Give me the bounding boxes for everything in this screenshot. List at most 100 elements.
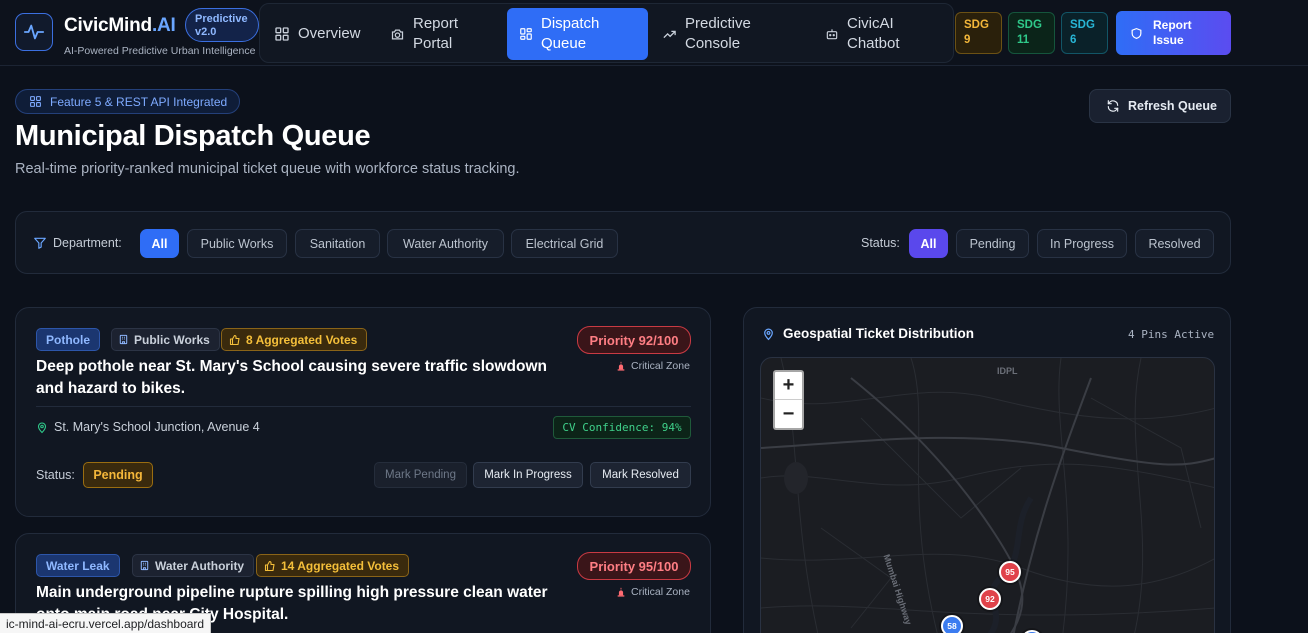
status-badge: Pending — [83, 462, 153, 488]
report-issue-line-2: Issue — [1153, 33, 1184, 47]
brand-accent: .AI — [151, 15, 176, 36]
refresh-queue-label: Refresh Queue — [1128, 99, 1217, 113]
status-filter-resolved[interactable]: Resolved — [1135, 229, 1214, 258]
report-issue-line-1: Report — [1153, 18, 1192, 32]
thumbs-up-icon — [264, 560, 275, 571]
department-label-text: Department: — [53, 236, 122, 250]
ticket-votes-text: 14 Aggregated Votes — [281, 558, 400, 573]
brand-main: CivicMind — [64, 15, 152, 36]
nav-dispatch-label-1: Dispatch — [541, 15, 600, 32]
map-pin-icon — [37, 421, 47, 433]
status-filter-all[interactable]: All — [909, 229, 948, 258]
main-nav: Overview Report Portal Dispatch Queue Pred… — [259, 3, 954, 63]
department-filter-label: Department: — [33, 236, 122, 250]
version-line-1: Predictive — [195, 13, 248, 25]
dashboard-icon — [520, 28, 532, 40]
dept-filter-all[interactable]: All — [140, 229, 179, 258]
sdg-11-badge[interactable]: SDG 11 — [1008, 12, 1055, 54]
camera-icon — [391, 29, 404, 39]
refresh-queue-button[interactable]: Refresh Queue — [1089, 89, 1231, 123]
pulse-icon — [23, 24, 45, 40]
cv-confidence-badge: CV Confidence: 94% — [553, 416, 691, 439]
nav-overview[interactable]: Overview — [274, 8, 394, 60]
geospatial-panel: Geospatial Ticket Distribution 4 Pins Ac… — [743, 307, 1231, 633]
ticket-department-text: Water Authority — [155, 558, 245, 573]
nav-predictive-label-1: Predictive — [685, 15, 751, 32]
logo[interactable] — [15, 13, 53, 51]
ticket-location: St. Mary's School Junction, Avenue 4 — [36, 420, 260, 434]
sdg-9-badge[interactable]: SDG 9 — [955, 12, 1002, 54]
card-divider — [36, 406, 691, 407]
sdg-9-line-2: 9 — [964, 34, 971, 46]
report-issue-button[interactable]: Report Issue — [1116, 11, 1231, 55]
trend-up-icon — [663, 30, 676, 38]
nav-report-label-1: Report — [413, 15, 459, 32]
nav-civicai-chatbot[interactable]: CivicAI Chatbot — [825, 8, 945, 60]
status-filter-in-progress[interactable]: In Progress — [1037, 229, 1127, 258]
dept-filter-electrical-grid[interactable]: Electrical Grid — [511, 229, 618, 258]
app-header: CivicMind.AI AI-Powered Predictive Urban… — [0, 0, 1308, 66]
ticket-votes-text: 8 Aggregated Votes — [246, 332, 358, 347]
nav-chatbot-label-2: Chatbot — [847, 35, 900, 52]
filter-icon — [34, 237, 46, 249]
nav-report-portal[interactable]: Report Portal — [390, 8, 505, 60]
feature-pill-label: Feature 5 & REST API Integrated — [50, 94, 228, 109]
map-pin[interactable]: 95 — [999, 561, 1021, 583]
sdg-6-line-2: 6 — [1070, 34, 1077, 46]
map-title-text: Geospatial Ticket Distribution — [783, 326, 975, 341]
map-pin[interactable]: 92 — [979, 588, 1001, 610]
siren-icon — [617, 361, 625, 371]
nav-chatbot-label-1: CivicAI — [847, 15, 894, 32]
critical-zone-text: Critical Zone — [631, 360, 690, 372]
refresh-icon — [1107, 100, 1119, 112]
sdg-11-line-1: SDG — [1017, 19, 1042, 31]
building-icon — [140, 560, 149, 571]
critical-zone-label: Critical Zone — [616, 586, 690, 598]
sdg-11-line-2: 11 — [1017, 34, 1030, 46]
status-label: Status: — [36, 468, 75, 482]
ticket-department-tag: Public Works — [111, 328, 220, 351]
sdg-6-badge[interactable]: SDG 6 — [1061, 12, 1108, 54]
dept-filter-public-works[interactable]: Public Works — [187, 229, 287, 258]
browser-status-url: ic-mind-ai-ecru.vercel.app/dashboard — [0, 613, 212, 633]
grid-icon — [275, 27, 289, 41]
map-view[interactable]: IDPL Mumbai Highway + − 95 92 58 — [760, 357, 1215, 633]
priority-badge: Priority 95/100 — [577, 552, 691, 580]
nav-dispatch-queue[interactable]: Dispatch Queue — [507, 8, 648, 60]
ticket-title: Deep pothole near St. Mary's School caus… — [36, 358, 548, 397]
page-subtitle: Real-time priority-ranked municipal tick… — [15, 161, 520, 177]
ticket-department-text: Public Works — [134, 332, 210, 347]
filter-bar: Department: All Public Works Sanitation … — [15, 211, 1231, 274]
building-icon — [119, 334, 128, 345]
nav-overview-label: Overview — [298, 25, 361, 42]
ticket-department-tag: Water Authority — [132, 554, 255, 577]
map-title: Geospatial Ticket Distribution — [762, 326, 974, 341]
thumbs-up-icon — [229, 334, 240, 345]
zoom-control: + − — [773, 370, 804, 430]
nav-predictive-label-2: Console — [685, 35, 741, 52]
map-pin[interactable]: 58 — [941, 615, 963, 633]
mark-in-progress-button[interactable]: Mark In Progress — [473, 462, 583, 488]
version-badge: Predictive v2.0 — [185, 8, 259, 42]
dept-filter-water-authority[interactable]: Water Authority — [387, 229, 504, 258]
ticket-type-tag: Water Leak — [36, 554, 120, 577]
mark-resolved-button[interactable]: Mark Resolved — [590, 462, 691, 488]
critical-zone-label: Critical Zone — [616, 360, 690, 372]
dept-filter-sanitation[interactable]: Sanitation — [295, 229, 380, 258]
nav-predictive-console[interactable]: Predictive Console — [662, 8, 802, 60]
zoom-out-button[interactable]: − — [775, 400, 802, 428]
status-filter-pending[interactable]: Pending — [956, 229, 1029, 258]
sdg-6-line-1: SDG — [1070, 19, 1095, 31]
bot-icon — [826, 29, 838, 40]
page-title: Municipal Dispatch Queue — [15, 120, 371, 152]
status-filter-label: Status: — [861, 236, 900, 250]
ticket-location-text: St. Mary's School Junction, Avenue 4 — [54, 420, 260, 434]
priority-badge: Priority 92/100 — [577, 326, 691, 354]
mark-pending-button[interactable]: Mark Pending — [374, 462, 467, 488]
map-label-idpl: IDPL — [997, 366, 1018, 376]
siren-icon — [617, 587, 625, 597]
pins-active-count: 4 Pins Active — [1128, 328, 1215, 341]
zoom-in-button[interactable]: + — [775, 372, 802, 400]
ticket-votes-tag: 14 Aggregated Votes — [256, 554, 410, 577]
ticket-card: Pothole Public Works 8 Aggregated Votes … — [15, 307, 711, 517]
